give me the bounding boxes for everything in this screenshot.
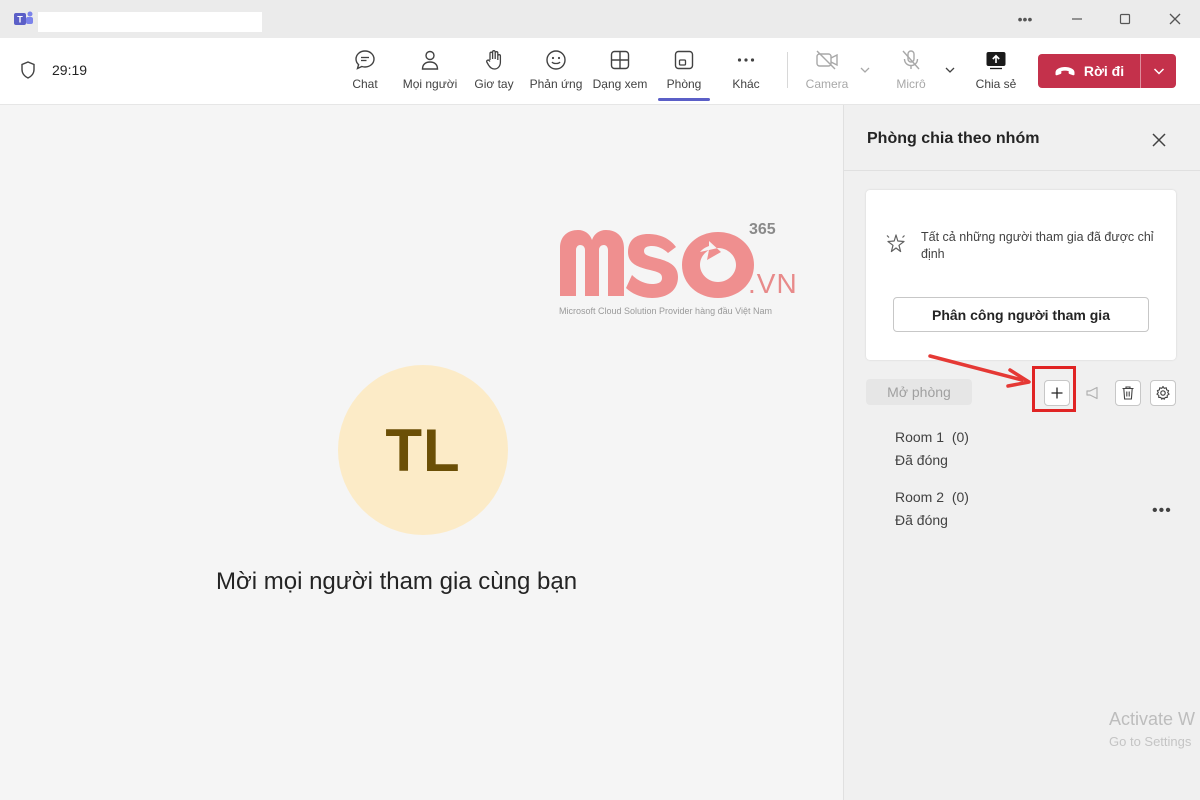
title-bar: T ••• [0,0,1200,39]
view-icon [610,50,630,70]
participant-avatar: TL [338,365,508,535]
toolbar-rooms-label: Phòng [666,77,702,91]
activate-windows-title: Activate W [1109,709,1196,729]
megaphone-icon [1086,386,1098,400]
active-tab-indicator [658,98,710,101]
mic-options-chevron-icon[interactable] [944,64,956,76]
sparkle-icon [886,234,905,253]
watermark-tagline: Microsoft Cloud Solution Provider hàng đ… [559,306,772,316]
toolbar-reactions-label: Phản ứng [529,77,583,91]
list-item[interactable]: Room 1 (0) Đã đóng [895,426,969,472]
room-name: Room 1 [895,429,945,445]
assign-participants-button[interactable]: Phân công người tham gia [893,297,1149,332]
leave-options-button[interactable] [1141,64,1176,78]
toolbar-rooms-button[interactable]: Phòng [662,48,706,100]
activate-windows-subtitle: Go to Settings [1109,734,1192,749]
toolbar-people-label: Mọi người [402,77,458,91]
delete-rooms-button[interactable] [1115,380,1141,406]
room-name-line: Room 2 (0) [895,486,969,509]
toolbar-camera-button[interactable]: Camera [802,48,852,100]
toolbar-divider [787,52,788,88]
toolbar-camera-label: Camera [805,77,849,91]
hang-up-icon [1055,67,1075,76]
panel-title: Phòng chia theo nhóm [867,130,1040,147]
toolbar-people-button[interactable]: Mọi người [398,48,462,100]
window-title [38,12,262,32]
more-options-icon[interactable]: ••• [1010,4,1040,34]
toolbar-raise-hand-button[interactable]: Giơ tay [470,48,518,100]
more-icon [737,58,755,62]
announcement-button[interactable] [1080,380,1106,406]
room-more-options-icon[interactable]: ••• [1152,502,1172,520]
camera-options-chevron-icon[interactable] [859,64,871,76]
leave-button[interactable]: Rời đi [1038,54,1140,88]
toolbar-mic-label: Micrô [896,77,926,91]
room-status: Đã đóng [895,512,948,528]
maximize-button[interactable] [1110,4,1140,34]
toolbar-view-label: Dạng xem [592,77,648,91]
invite-message: Mời mọi người tham gia cùng bạn [216,568,578,595]
panel-divider [843,170,1200,171]
chat-icon [355,50,375,70]
highlight-box [1032,366,1076,412]
close-panel-icon[interactable] [1148,129,1170,151]
chevron-down-icon [1153,68,1164,75]
toolbar-share-label: Chia sẻ [975,77,1017,91]
toolbar-view-button[interactable]: Dạng xem [590,48,650,100]
assignment-status-text: Tất cả những người tham gia đã được chỉ … [921,230,1154,261]
room-count: (0) [951,489,969,505]
watermark-domain: .VN [748,268,798,299]
rooms-icon [674,50,694,70]
toolbar-chat-button[interactable]: Chat [345,48,385,100]
room-name-line: Room 1 (0) [895,426,969,449]
room-name: Room 2 [895,489,945,505]
mic-off-icon [902,50,920,70]
svg-text:T: T [17,15,23,25]
reaction-icon [546,50,566,70]
share-icon [986,52,1006,70]
leave-button-group: Rời đi [1038,54,1176,88]
room-settings-button[interactable] [1150,380,1176,406]
toolbar-more-label: Khác [732,77,760,91]
toolbar-mic-button[interactable]: Micrô [890,48,932,100]
toolbar-more-button[interactable]: Khác [726,48,766,100]
toolbar-reactions-button[interactable]: Phản ứng [528,48,584,100]
room-count: (0) [951,429,969,445]
annotation-arrow-icon [928,354,1031,388]
toolbar-chat-label: Chat [352,77,378,91]
camera-off-icon [816,50,838,70]
close-window-button[interactable] [1160,4,1190,34]
meeting-timer: 29:19 [52,62,88,78]
trash-icon [1122,386,1134,400]
assignment-card [866,190,1176,360]
toolbar-raise-hand-label: Giơ tay [474,77,514,91]
gear-icon [1156,385,1170,400]
toolbar-share-button[interactable]: Chia sẻ [972,48,1020,100]
shield-icon [21,61,35,79]
raise-hand-icon [486,50,502,70]
list-item[interactable]: Room 2 (0) Đã đóng [895,486,969,532]
watermark-badge: 365 [749,221,776,238]
teams-logo-icon: T [14,11,33,25]
people-icon [421,50,439,70]
leave-button-label: Rời đi [1083,63,1125,79]
minimize-button[interactable] [1062,4,1092,34]
room-status: Đã đóng [895,452,948,468]
